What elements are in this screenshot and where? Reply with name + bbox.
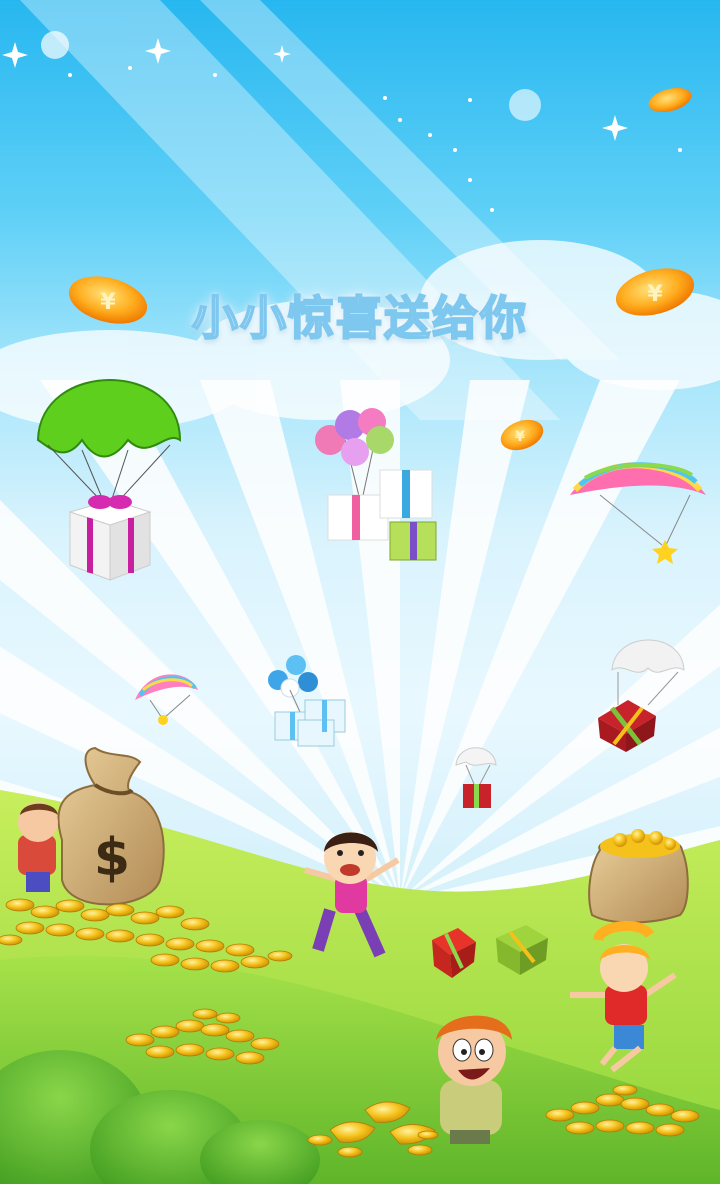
banner-title: 小小惊喜送给你 xyxy=(191,290,528,346)
gift-box-icon xyxy=(68,495,152,581)
yen-coin-icon xyxy=(648,87,692,113)
money-sack-icon xyxy=(588,829,689,924)
svg-text:¥: ¥ xyxy=(515,429,525,445)
gift-box-icon xyxy=(463,784,491,808)
scene-artwork: ¥ ¥ ¥ $ xyxy=(0,0,720,1184)
promo-scene: ¥ ¥ ¥ $ 小小惊喜送给你 xyxy=(0,0,720,1184)
dollar-sign-label: $ xyxy=(94,828,130,888)
